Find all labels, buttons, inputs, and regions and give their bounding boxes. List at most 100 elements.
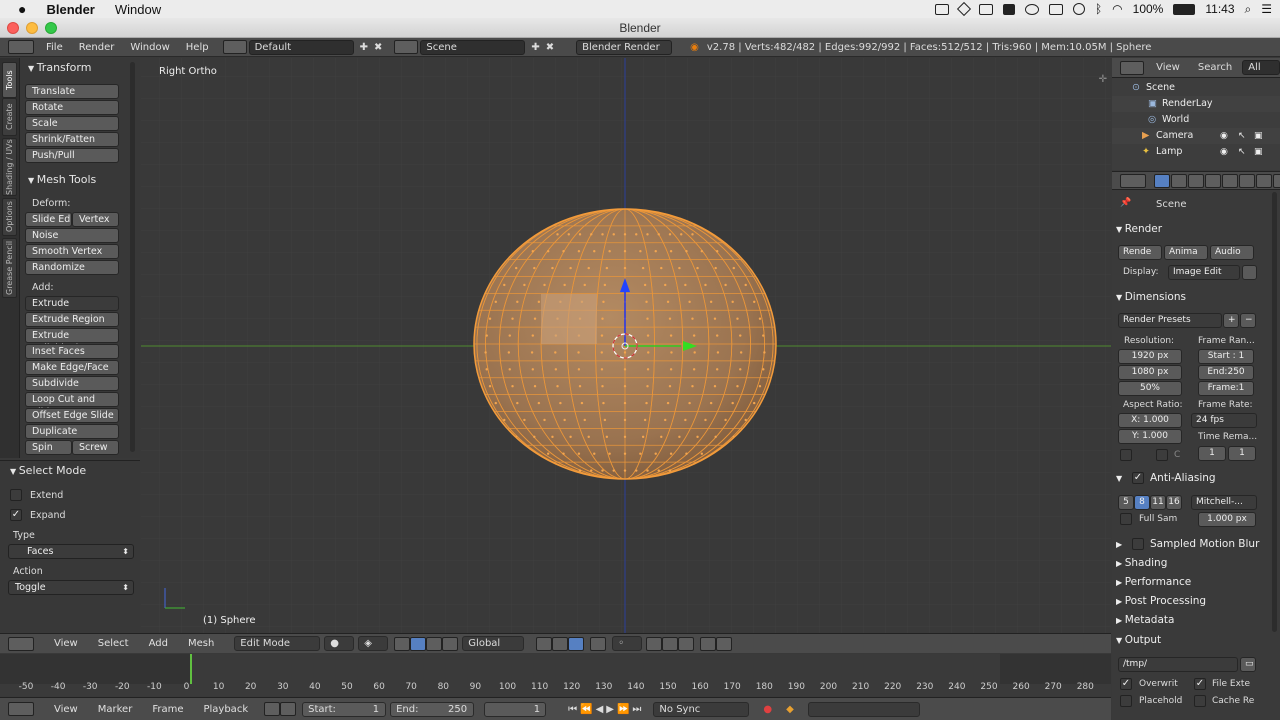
aspect-x-field[interactable]: X: 1.000	[1118, 413, 1182, 428]
menu-help[interactable]: Help	[178, 42, 217, 53]
app-menu[interactable]: Blender	[36, 2, 104, 17]
aa-samples-16-button[interactable]: 16	[1166, 495, 1182, 510]
playback-range-icon[interactable]	[264, 702, 281, 716]
outliner-row-world[interactable]: ◎ World	[1112, 112, 1280, 128]
timeline-menu-marker[interactable]: Marker	[88, 704, 143, 715]
render-panel-header[interactable]: Render	[1116, 221, 1268, 237]
extrude-individual-button[interactable]: Extrude Individual	[25, 328, 119, 354]
timeline-menu-view[interactable]: View	[44, 704, 88, 715]
remove-layout-icon[interactable]: ✖	[374, 42, 382, 53]
view3d-menu-select[interactable]: Select	[88, 638, 139, 649]
timemachine-icon[interactable]	[1072, 3, 1085, 15]
slide-vertex-button[interactable]: Vertex	[72, 212, 119, 227]
aa-samples-11-button[interactable]: 11	[1150, 495, 1166, 510]
add-scene-icon[interactable]: ✚	[531, 42, 539, 53]
renderability-icon[interactable]: ▣	[1254, 144, 1263, 160]
pin-icon[interactable]: 📌	[1120, 198, 1131, 208]
crop-checkbox[interactable]	[1156, 449, 1168, 461]
shading-panel-header[interactable]: Shading	[1116, 555, 1268, 571]
mesh-tools-panel-title[interactable]: Mesh Tools	[28, 173, 97, 186]
add-layout-icon[interactable]: ✚	[360, 42, 368, 53]
mode-select[interactable]: Edit Mode	[234, 636, 321, 651]
dimensions-panel-header[interactable]: Dimensions	[1116, 289, 1268, 305]
corner-plus-icon[interactable]: ✛	[1099, 74, 1107, 85]
close-window-button[interactable]	[7, 22, 19, 34]
expand-checkbox[interactable]: ✓	[10, 509, 22, 521]
end-frame-field[interactable]: End: 250	[390, 701, 475, 717]
display-icon[interactable]	[1048, 3, 1063, 15]
vertex-select-icon[interactable]	[536, 636, 553, 651]
translate-button[interactable]: Translate	[25, 84, 119, 99]
limit-visible-icon[interactable]	[590, 636, 607, 651]
subdivide-button[interactable]: Subdivide	[25, 376, 119, 391]
menu-file[interactable]: File	[38, 42, 71, 53]
time-remap-old-field[interactable]: 1	[1198, 446, 1226, 461]
record-icon[interactable]: ●	[763, 704, 772, 715]
snap-icon[interactable]	[646, 636, 663, 651]
visibility-eye-icon[interactable]: ◉	[1220, 128, 1228, 144]
dropbox-icon[interactable]	[956, 1, 972, 17]
render-presets-select[interactable]: Render Presets	[1118, 313, 1222, 328]
outliner-row-lamp[interactable]: ✦ Lamp ◉ ↖ ▣	[1112, 144, 1280, 160]
jump-start-icon[interactable]: ⏮	[568, 704, 577, 715]
output-folder-icon[interactable]: ▭	[1240, 657, 1256, 672]
editor-type-icon[interactable]	[8, 40, 34, 54]
renderability-icon[interactable]: ▣	[1254, 128, 1263, 144]
bag-icon[interactable]	[978, 3, 993, 15]
scene-icon[interactable]	[394, 40, 419, 54]
timeline-menu-playback[interactable]: Playback	[193, 704, 258, 715]
wifi-icon[interactable]: ◠	[1112, 2, 1122, 16]
extend-checkbox[interactable]	[10, 489, 22, 501]
menu-window[interactable]: Window	[122, 42, 177, 53]
screen-icon[interactable]	[934, 3, 949, 15]
output-path-field[interactable]: /tmp/	[1118, 657, 1238, 672]
tool-tab-options[interactable]: Options	[2, 198, 17, 236]
snap-target-icon[interactable]	[678, 636, 695, 651]
outliner-search-menu[interactable]: Search	[1198, 62, 1232, 73]
outliner-row-scene[interactable]: ⊙ Scene	[1112, 80, 1280, 96]
rotate-manip-icon[interactable]	[426, 636, 443, 651]
add-preset-icon[interactable]: +	[1223, 313, 1239, 328]
overwrite-checkbox[interactable]: ✓	[1120, 678, 1132, 690]
properties-context-tab-icon[interactable]	[1222, 174, 1238, 188]
tool-tab-shading-uvs[interactable]: Shading / UVs	[2, 138, 17, 196]
play-reverse-icon[interactable]: ◀	[596, 704, 604, 715]
transform-panel-title[interactable]: Transform	[28, 61, 92, 74]
screw-button[interactable]: Screw	[72, 440, 119, 455]
border-checkbox[interactable]	[1120, 449, 1132, 461]
onepassword-icon[interactable]	[1002, 3, 1015, 15]
prev-keyframe-icon[interactable]: ⏪	[580, 704, 592, 715]
push-pull-button[interactable]: Push/Pull	[25, 148, 119, 163]
aa-samples-5-button[interactable]: 5	[1118, 495, 1134, 510]
properties-context-tab-icon[interactable]	[1256, 174, 1272, 188]
3d-viewport[interactable]: Right Ortho (1) Sphere ✛	[141, 58, 1111, 633]
tool-tab-create[interactable]: Create	[2, 98, 17, 136]
window-menu[interactable]: Window	[105, 2, 171, 17]
viewport-canvas[interactable]	[141, 58, 1111, 633]
current-frame-field[interactable]: 1	[484, 701, 547, 717]
proportional-select[interactable]: ◦	[612, 636, 643, 651]
aa-samples-8-button[interactable]: 8	[1134, 495, 1150, 510]
orientation-select[interactable]: Global	[462, 636, 525, 651]
render-still-button[interactable]: Rende	[1118, 245, 1162, 260]
view3d-menu-mesh[interactable]: Mesh	[178, 638, 224, 649]
rotate-button[interactable]: Rotate	[25, 100, 119, 115]
translate-manip-icon[interactable]	[410, 636, 427, 651]
view3d-menu-view[interactable]: View	[44, 638, 88, 649]
properties-context-tab-icon[interactable]	[1171, 174, 1187, 188]
operator-title[interactable]: Select Mode	[10, 464, 86, 477]
properties-context-tab-icon[interactable]	[1154, 174, 1170, 188]
snap-element-icon[interactable]	[662, 636, 679, 651]
duplicate-button[interactable]: Duplicate	[25, 424, 119, 439]
resolution-x-field[interactable]: 1920 px	[1118, 349, 1182, 364]
view3d-editor-icon[interactable]	[8, 636, 34, 651]
outliner-view-menu[interactable]: View	[1156, 62, 1180, 73]
minimize-window-button[interactable]	[26, 22, 38, 34]
properties-context-tab-icon[interactable]	[1205, 174, 1221, 188]
outliner-row-camera[interactable]: ▶ Camera ◉ ↖ ▣	[1112, 128, 1280, 144]
opengl-render-icon[interactable]	[700, 636, 717, 651]
timeline-menu-frame[interactable]: Frame	[142, 704, 193, 715]
face-select-icon[interactable]	[568, 636, 585, 651]
scale-button[interactable]: Scale	[25, 116, 119, 131]
bluetooth-icon[interactable]: ᛒ	[1095, 2, 1102, 16]
